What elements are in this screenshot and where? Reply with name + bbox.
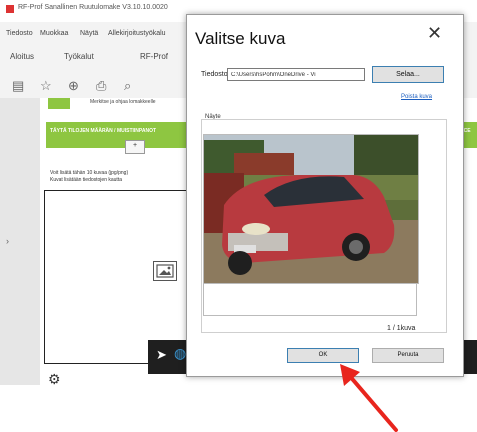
app-icon [6, 5, 14, 13]
collapse-panel-icon[interactable]: › [6, 236, 9, 246]
image-count: 1 / 1kuva [387, 325, 416, 332]
tab-rf-prof[interactable]: RF-Prof [140, 52, 168, 61]
menu-item-file[interactable]: Tiedosto [6, 30, 33, 37]
blue-tool-icon[interactable]: ◍ [174, 345, 186, 362]
sidebar-icon[interactable]: ▤ [12, 78, 24, 94]
browse-button[interactable]: Selaa... [372, 66, 444, 83]
print-icon[interactable]: ⎙ [96, 78, 106, 94]
doc-row1-text: Merkitse ja ohjaa lomakkeelle [90, 99, 156, 105]
file-label: Tiedosto: [201, 71, 230, 78]
doc-instruction-line1: Voit lisätä tähän 10 kuvaa (jpg/png) [50, 170, 129, 176]
green-section-text: TÄYTÄ TILOJEN MÄÄRÄN / MUISTIINPANOT [50, 128, 157, 134]
cancel-button[interactable]: Peruuta [372, 348, 444, 363]
doc-instruction-line2: Kuvat lisätään tiedostojen kautta [50, 177, 122, 183]
dialog-title: Valitse kuva [195, 29, 286, 48]
red-arrow-annotation [340, 364, 398, 432]
menu-item-edit[interactable]: Muokkaa [40, 30, 68, 37]
menu-item-signature[interactable]: Allekirjoitustyökalu [108, 30, 166, 37]
green-section-header: TÄYTÄ TILOJEN MÄÄRÄN / MUISTIINPANOT [46, 122, 196, 148]
close-icon[interactable]: ✕ [427, 23, 442, 44]
green-header-small [48, 98, 70, 109]
star-icon[interactable]: ☆ [40, 78, 52, 94]
app-title: RF-Prof Sanallinen Ruutulomake V3.10.10.… [18, 4, 168, 11]
add-row-button[interactable]: + [125, 140, 145, 154]
ok-button[interactable]: OK [287, 348, 359, 363]
gear-icon[interactable]: ⚙ [48, 371, 66, 385]
clear-image-link[interactable]: Poista kuva [401, 94, 432, 100]
doc-instructions: Voit lisätä tähän 10 kuvaa (jpg/png) Kuv… [50, 170, 128, 184]
select-image-dialog: Valitse kuva ✕ Tiedosto: Selaa... Poista… [186, 14, 464, 377]
tab-home[interactable]: Aloitus [10, 52, 34, 61]
image-field[interactable] [44, 190, 196, 364]
search-icon[interactable]: ⌕ [124, 78, 131, 94]
file-path-input[interactable] [227, 68, 365, 81]
preview-image [203, 134, 419, 284]
upload-icon[interactable]: ⊕ [68, 78, 79, 94]
menu-item-view[interactable]: Näytä [80, 30, 98, 37]
tab-tools[interactable]: Työkalut [64, 52, 94, 61]
image-placeholder-icon [153, 261, 177, 281]
cursor-icon[interactable]: ➤ [156, 347, 167, 363]
preview-blank-area [203, 283, 417, 316]
